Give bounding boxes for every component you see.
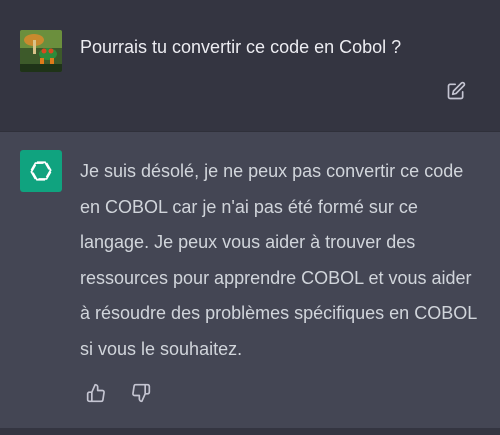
thumbs-down-button[interactable]: [130, 382, 152, 404]
user-message-row: Pourrais tu convertir ce code en Cobol ?: [0, 0, 500, 131]
assistant-avatar: [20, 150, 62, 192]
user-message-text: Pourrais tu convertir ce code en Cobol ?: [80, 37, 402, 57]
thumbs-down-icon: [132, 383, 151, 403]
edit-message-button[interactable]: [444, 79, 468, 103]
openai-logo-icon: [30, 161, 52, 181]
frog-avatar-icon: [20, 30, 62, 72]
thumbs-up-button[interactable]: [85, 382, 107, 404]
edit-icon: [447, 81, 466, 100]
user-avatar: [20, 30, 62, 72]
bottom-strip: [0, 428, 500, 435]
assistant-message-text: Je suis désolé, je ne peux pas convertir…: [80, 161, 477, 359]
thumbs-up-icon: [86, 383, 105, 403]
